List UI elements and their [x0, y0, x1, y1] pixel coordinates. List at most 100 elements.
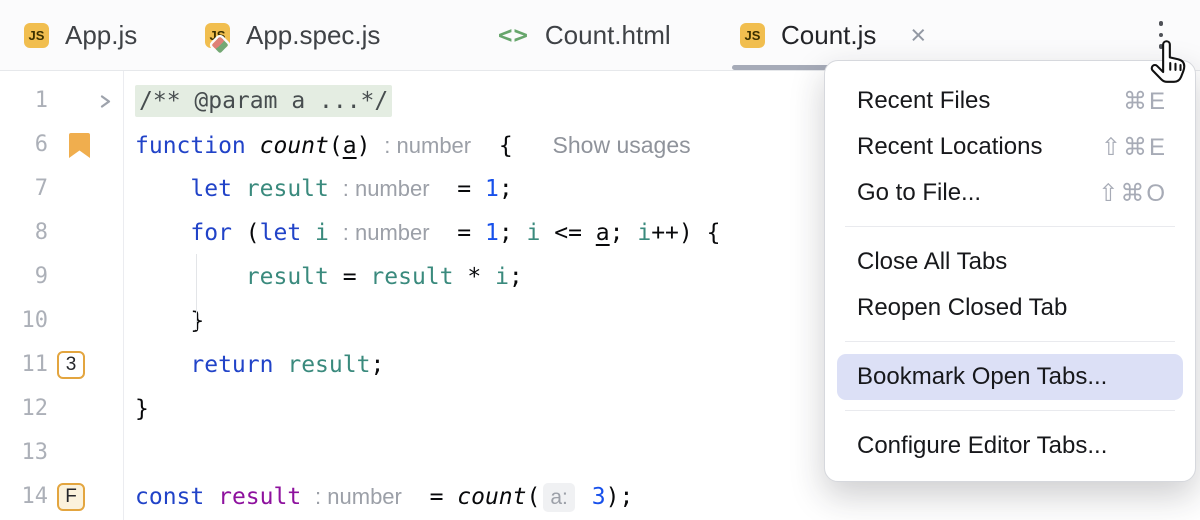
bookmark-icon[interactable]: [68, 123, 91, 167]
code-token: =: [402, 484, 457, 510]
code-token: count: [260, 133, 329, 159]
code-token: *: [454, 264, 496, 290]
tab-app-spec-js[interactable]: JS App.spec.js: [205, 0, 380, 70]
code-token: }: [135, 396, 149, 422]
code-token: result: [218, 484, 315, 510]
menu-item-label: Reopen Closed Tab: [857, 294, 1067, 322]
kebab-menu-icon: [1159, 21, 1164, 26]
menu-item-recent-files[interactable]: Recent Files⌘E: [837, 78, 1183, 124]
js-file-icon: JS: [24, 23, 49, 48]
tab-label: App.spec.js: [246, 20, 380, 51]
code-token: i: [527, 220, 541, 246]
type-inlay-hint: : number: [384, 133, 471, 158]
line-number: 12: [0, 387, 48, 431]
code-token: [135, 264, 246, 290]
code-text: const result : number = count(a: 3);: [135, 475, 633, 519]
code-token: {: [471, 133, 526, 159]
code-token: for: [190, 220, 232, 246]
code-token: ;: [370, 352, 384, 378]
code-token: let: [190, 176, 232, 202]
menu-item-reopen-closed-tab[interactable]: Reopen Closed Tab: [837, 285, 1183, 331]
line-number: 11: [0, 343, 48, 387]
code-token: [301, 220, 315, 246]
code-token: a: [343, 133, 357, 159]
code-token: a: [596, 220, 610, 246]
tab-label: Count.html: [545, 20, 671, 51]
js-file-icon: JS: [740, 23, 765, 48]
menu-separator: [845, 341, 1175, 342]
show-usages-hint[interactable]: Show usages: [553, 132, 691, 158]
code-token: [135, 220, 190, 246]
code-token: ++) {: [651, 220, 720, 246]
mnemonic-label: F: [57, 483, 85, 511]
code-token: [232, 176, 246, 202]
code-token: [135, 352, 190, 378]
line-number: 13: [0, 431, 48, 475]
code-token: const: [135, 484, 204, 510]
code-token: i: [637, 220, 651, 246]
code-token: (: [329, 133, 343, 159]
line-number: 7: [0, 167, 48, 211]
menu-item-label: Bookmark Open Tabs...: [857, 363, 1107, 391]
code-token: [204, 484, 218, 510]
code-token: =: [430, 220, 485, 246]
menu-separator: [845, 226, 1175, 227]
code-token: 1: [485, 176, 499, 202]
menu-item-label: Close All Tabs: [857, 248, 1007, 276]
code-token: (: [232, 220, 260, 246]
line-number: 9: [0, 255, 48, 299]
menu-item-bookmark-open-tabs[interactable]: Bookmark Open Tabs...: [837, 354, 1183, 400]
code-text: }: [135, 299, 204, 343]
menu-item-close-all-tabs[interactable]: Close All Tabs: [837, 239, 1183, 285]
menu-item-go-to-file[interactable]: Go to File...⇧⌘O: [837, 170, 1183, 216]
tab-label: Count.js: [781, 20, 876, 51]
menu-item-label: Configure Editor Tabs...: [857, 432, 1107, 460]
code-token: result: [287, 352, 370, 378]
menu-item-recent-locations[interactable]: Recent Locations⇧⌘E: [837, 124, 1183, 170]
menu-item-label: Recent Files: [857, 87, 990, 115]
code-text: /** @param a ...*/: [135, 79, 392, 123]
cursor-pointer-icon: [1148, 40, 1190, 91]
line-number: 8: [0, 211, 48, 255]
type-inlay-hint: : number: [315, 484, 402, 509]
mnemonic-bookmark-icon[interactable]: F: [57, 475, 85, 519]
tab-label: App.js: [65, 20, 137, 51]
fold-arrow-icon[interactable]: [97, 79, 114, 123]
code-token: i: [495, 264, 509, 290]
code-token: );: [606, 484, 634, 510]
code-token: let: [260, 220, 302, 246]
close-tab-icon[interactable]: ×: [910, 22, 926, 49]
type-inlay-hint: : number: [343, 220, 430, 245]
code-token: result: [246, 176, 343, 202]
code-token: [273, 352, 287, 378]
code-token: ): [357, 133, 385, 159]
code-token: [578, 484, 592, 510]
line-number: 14: [0, 475, 48, 519]
code-token: count: [457, 484, 526, 510]
code-token: =: [329, 264, 371, 290]
code-text: function count(a) : number { Show usages: [135, 123, 691, 167]
code-token: }: [135, 308, 204, 334]
tab-options-menu: Recent Files⌘ERecent Locations⇧⌘EGo to F…: [824, 60, 1196, 482]
code-token: (: [527, 484, 541, 510]
code-token: 1: [485, 220, 499, 246]
menu-item-configure-editor-tabs[interactable]: Configure Editor Tabs...: [837, 423, 1183, 469]
menu-item-label: Go to File...: [857, 179, 981, 207]
tab-count-html[interactable]: <>Count.html: [498, 0, 671, 70]
code-token: 3: [592, 484, 606, 510]
code-text: let result : number = 1;: [135, 167, 513, 211]
mnemonic-bookmark-icon[interactable]: 3: [57, 343, 85, 387]
tab-app-js[interactable]: JS App.js: [24, 0, 137, 70]
line-number: 10: [0, 299, 48, 343]
code-token: ;: [499, 220, 527, 246]
js-test-file-icon: JS: [205, 23, 230, 48]
line-number: 1: [0, 79, 48, 123]
type-inlay-hint: : number: [343, 176, 430, 201]
indent-guide: [196, 254, 197, 330]
menu-separator: [845, 410, 1175, 411]
kebab-menu-icon: [1159, 33, 1164, 38]
mnemonic-label: 3: [57, 351, 85, 379]
gutter-separator: [123, 70, 124, 520]
code-token: return: [190, 352, 273, 378]
code-token: ;: [610, 220, 638, 246]
